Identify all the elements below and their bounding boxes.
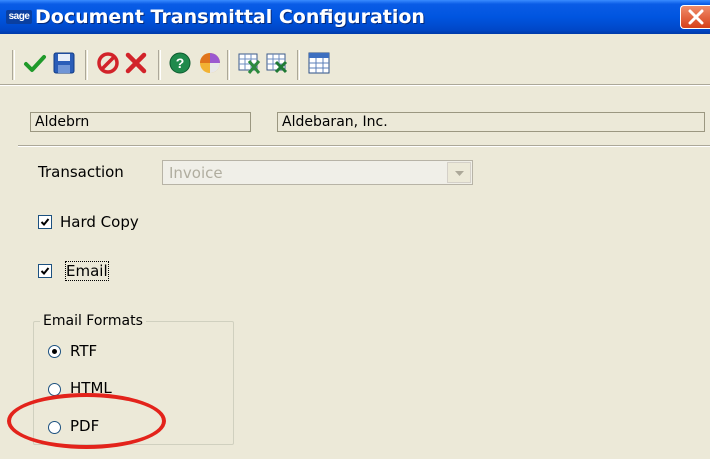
toolbar-separator <box>297 50 300 80</box>
accept-button[interactable] <box>21 49 49 77</box>
email-checkbox[interactable] <box>38 264 52 278</box>
save-disk-icon <box>53 52 75 74</box>
chevron-down-icon <box>455 171 464 176</box>
radio-selected-dot <box>52 349 57 354</box>
transaction-select[interactable]: Invoice <box>162 160 473 185</box>
color-wheel-icon <box>200 53 220 73</box>
help-icon: ? <box>169 52 191 74</box>
rtf-label: RTF <box>70 342 98 360</box>
toolbar-divider <box>0 84 710 86</box>
toolbar-grip <box>12 50 15 80</box>
checkmark-icon <box>24 55 46 72</box>
print-grid-icon <box>238 53 261 74</box>
transaction-value: Invoice <box>169 164 223 182</box>
sage-logo: sage <box>6 10 32 24</box>
delete-x-icon <box>125 52 147 74</box>
no-entry-icon <box>97 52 119 74</box>
save-button[interactable] <box>50 49 78 77</box>
email-label: Email <box>65 261 109 281</box>
grid-button[interactable] <box>305 49 333 77</box>
hard-copy-checkbox[interactable] <box>38 215 52 229</box>
hard-copy-label: Hard Copy <box>60 213 139 231</box>
section-divider <box>18 145 710 147</box>
customer-code-field[interactable]: Aldebrn <box>30 112 251 132</box>
delete-button[interactable] <box>122 49 150 77</box>
checkmark-icon <box>40 267 50 275</box>
transaction-label: Transaction <box>38 163 124 181</box>
options-button[interactable] <box>196 49 224 77</box>
title-bar: sage Document Transmittal Configuration <box>0 0 710 34</box>
toolbar-separator <box>227 50 230 80</box>
cancel-button[interactable] <box>94 49 122 77</box>
export-button[interactable] <box>263 49 291 77</box>
export-grid-icon <box>266 53 288 74</box>
close-button[interactable] <box>680 5 710 29</box>
window-title: Document Transmittal Configuration <box>35 6 425 28</box>
pdf-highlight-circle <box>7 393 166 449</box>
toolbar-separator <box>85 50 88 80</box>
rtf-radio[interactable] <box>48 345 61 358</box>
svg-text:?: ? <box>176 55 185 71</box>
table-icon <box>308 52 330 74</box>
close-icon <box>688 9 704 25</box>
toolbar-separator <box>158 50 161 80</box>
transaction-dropdown-button[interactable] <box>447 162 471 183</box>
email-formats-legend: Email Formats <box>40 313 146 329</box>
print-button[interactable] <box>235 49 263 77</box>
customer-name-field[interactable]: Aldebaran, Inc. <box>277 112 705 132</box>
checkmark-icon <box>40 218 50 226</box>
help-button[interactable]: ? <box>166 49 194 77</box>
